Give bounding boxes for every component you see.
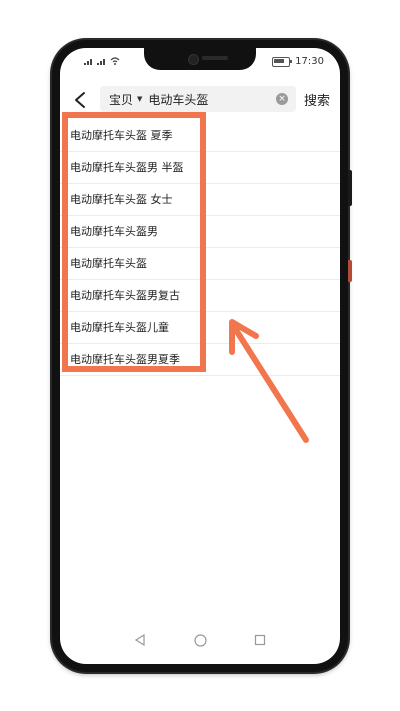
phone-frame: 17:30 宝贝 ▼ 电动车头盔 × 搜索 电动摩托车头盔 夏季 电动摩托车头盔… xyxy=(52,40,352,672)
annotation-arrow xyxy=(229,319,309,443)
triangle-back-icon xyxy=(134,634,145,646)
power-button xyxy=(348,260,352,282)
circle-home-icon xyxy=(193,633,207,647)
volume-button xyxy=(348,170,352,206)
square-recent-icon xyxy=(254,634,266,646)
nav-home-button[interactable] xyxy=(193,633,207,647)
nav-back-button[interactable] xyxy=(133,633,147,647)
nav-recent-button[interactable] xyxy=(253,633,267,647)
navigation-bar xyxy=(60,628,340,652)
screen: 17:30 宝贝 ▼ 电动车头盔 × 搜索 电动摩托车头盔 夏季 电动摩托车头盔… xyxy=(60,48,340,664)
